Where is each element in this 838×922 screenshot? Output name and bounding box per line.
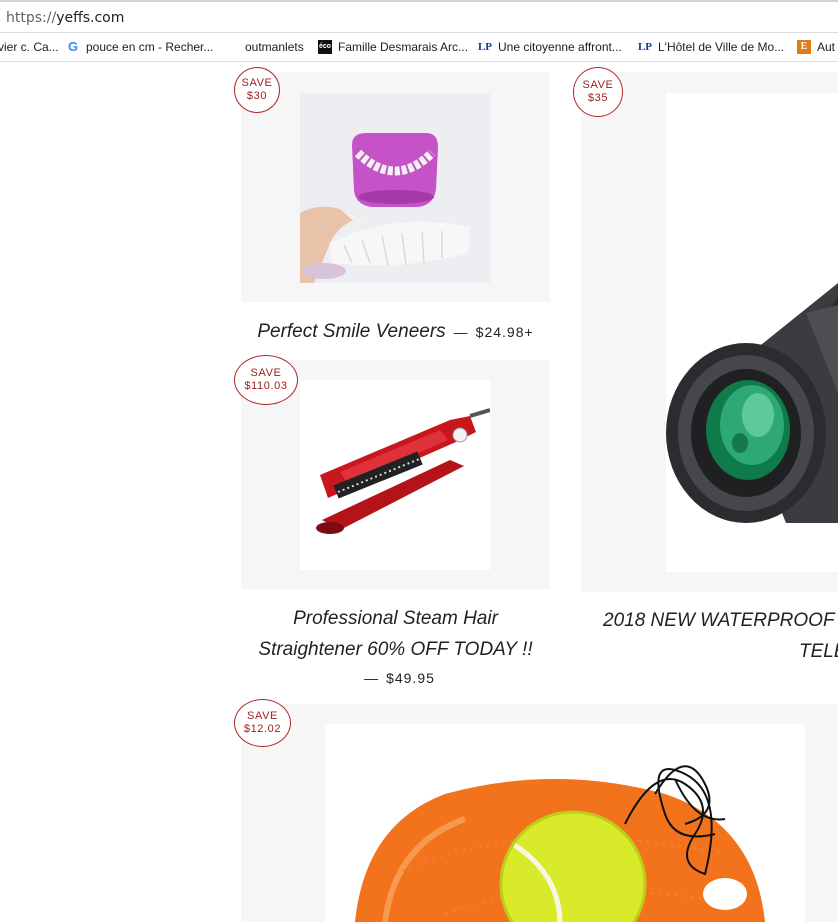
url-scheme: https:// xyxy=(6,10,57,26)
product-price: $49.95 xyxy=(386,670,435,686)
bookmark-label: outmanlets xyxy=(245,40,304,54)
bookmark-label: vier c. Ca... xyxy=(0,40,59,54)
product-card-veneers[interactable] xyxy=(241,72,550,302)
e-icon: E xyxy=(797,40,811,54)
save-badge-word: SAVE xyxy=(247,710,278,722)
hair-straightener-photo[interactable] xyxy=(300,380,490,570)
bookmark-item[interactable]: LP L'Hôtel de Ville de Mo... xyxy=(638,40,784,54)
url-text[interactable]: https://yeffs.com xyxy=(6,10,124,26)
bookmark-item[interactable]: G pouce en cm - Recher... xyxy=(66,39,214,55)
monocular-telescope-photo[interactable] xyxy=(666,93,838,572)
product-title-line-1[interactable]: Professional Steam Hair xyxy=(241,603,550,634)
save-badge-word: SAVE xyxy=(241,77,273,89)
save-badge: SAVE $110.03 xyxy=(234,355,298,405)
bookmark-item[interactable]: LP Une citoyenne affront... xyxy=(478,40,622,54)
product-info[interactable]: 2018 NEW WATERPROOF TELE xyxy=(594,605,838,667)
product-info[interactable]: Professional Steam Hair Straightener 60%… xyxy=(241,603,550,691)
url-host: yeffs.com xyxy=(56,10,125,26)
save-badge-amount: $110.03 xyxy=(244,380,288,392)
lp-icon: LP xyxy=(637,41,653,53)
bookmarks-bar: vier c. Ca... G pouce en cm - Recher... … xyxy=(0,32,838,62)
google-icon: G xyxy=(67,39,79,54)
product-card-telescope[interactable] xyxy=(581,72,838,592)
address-bar[interactable]: https://yeffs.com xyxy=(0,0,838,32)
bookmark-label: Une citoyenne affront... xyxy=(498,40,622,54)
tennis-trainer-photo[interactable] xyxy=(325,724,805,922)
save-badge: SAVE $12.02 xyxy=(234,699,291,747)
product-price: $24.98+ xyxy=(475,324,534,340)
veneers-photo[interactable] xyxy=(300,93,490,283)
bookmark-item[interactable]: vier c. Ca... xyxy=(0,40,59,54)
product-title-line-2[interactable]: TELE xyxy=(594,636,838,667)
price-dash: — xyxy=(364,670,379,686)
bookmark-label: Famille Desmarais Arc... xyxy=(338,40,469,54)
bookmark-label: pouce en cm - Recher... xyxy=(86,40,214,54)
save-badge-word: SAVE xyxy=(250,367,282,379)
save-badge-amount: $12.02 xyxy=(243,723,282,735)
save-badge-amount: $35 xyxy=(587,92,609,104)
bookmark-label: Aut xyxy=(817,40,836,54)
bookmark-label: L'Hôtel de Ville de Mo... xyxy=(658,40,785,54)
lp-icon: LP xyxy=(477,41,493,53)
save-badge: SAVE $30 xyxy=(234,67,280,113)
bookmark-item[interactable]: outmanlets xyxy=(245,40,304,54)
save-badge: SAVE $35 xyxy=(573,67,623,117)
bookmark-item[interactable]: éco Famille Desmarais Arc... xyxy=(318,40,468,54)
eco-icon: éco xyxy=(318,40,332,54)
product-title[interactable]: Perfect Smile Veneers xyxy=(257,321,445,342)
bookmark-item[interactable]: E Aut xyxy=(797,40,835,54)
price-dash: — xyxy=(453,324,468,340)
save-badge-word: SAVE xyxy=(582,79,614,91)
product-title-line-2[interactable]: Straightener 60% OFF TODAY !! xyxy=(241,634,550,665)
save-badge-amount: $30 xyxy=(246,90,268,102)
product-title-line-1[interactable]: 2018 NEW WATERPROOF xyxy=(594,605,838,636)
product-card-tennis-trainer[interactable] xyxy=(241,704,838,922)
product-info[interactable]: Perfect Smile Veneers — $24.98+ xyxy=(241,316,550,348)
